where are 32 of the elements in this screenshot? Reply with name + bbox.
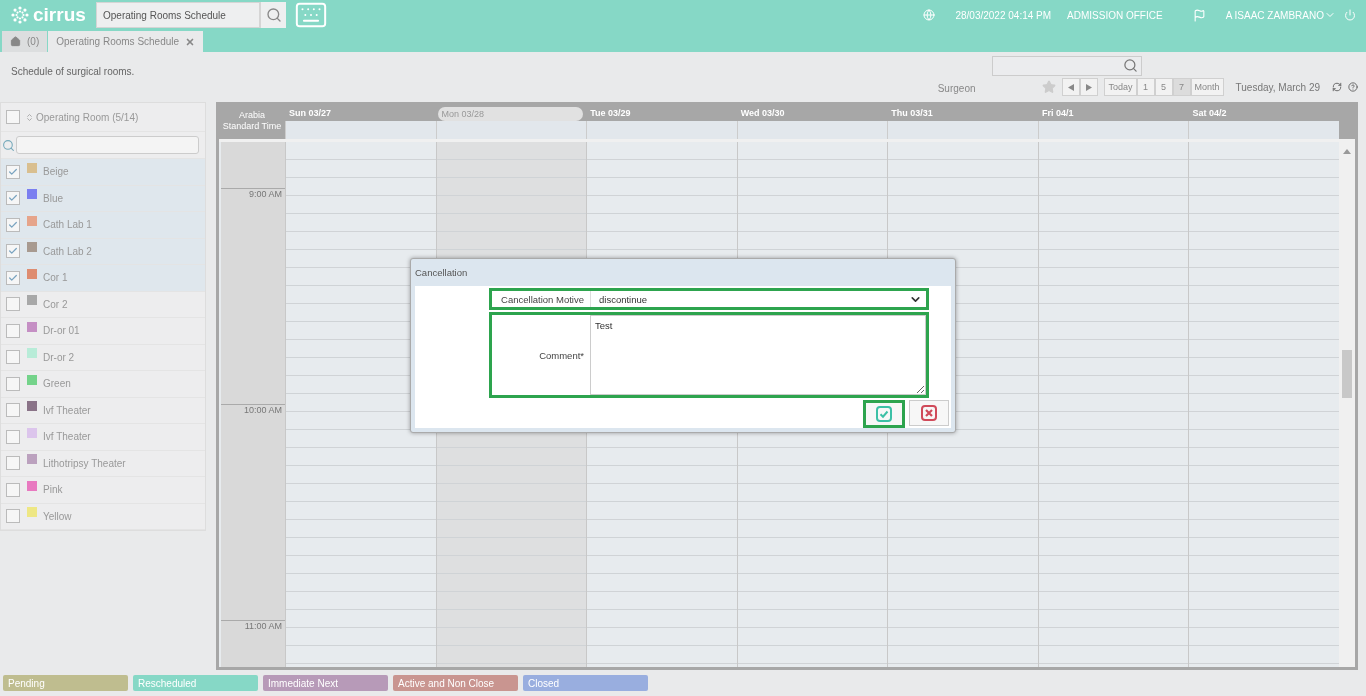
status-legend: Pending (3, 675, 128, 691)
room-name: Yellow (43, 510, 72, 522)
status-legend: Immediate Next (263, 675, 388, 691)
dialog-title: Cancellation (414, 266, 469, 280)
room-name: Cath Lab 2 (43, 245, 92, 257)
time-label: 11:00 AM (244, 621, 282, 631)
time-label: 9:00 AM (248, 189, 282, 199)
room-name: Ivf Theater (43, 431, 91, 443)
room-name: Cor 2 (43, 298, 68, 310)
room-name: Cor 1 (43, 272, 68, 284)
room-name: Ivf Theater (43, 404, 91, 416)
room-name: Beige (43, 166, 69, 178)
current-date: Tuesday, March 29 (1235, 82, 1320, 95)
filter-label: Surgeon (937, 83, 976, 96)
date-time: 28/03/2022 04:14 PM (955, 9, 1052, 21)
field-label: Cancellation Motive (500, 293, 585, 305)
status-legend: Active and Non Close (393, 675, 518, 691)
room-name: Dr-or 01 (43, 325, 80, 337)
room-name: Lithotripsy Theater (43, 457, 126, 469)
room-name: Blue (43, 192, 63, 204)
time-label: 10:00 AM (243, 405, 282, 415)
field-label: Comment* (538, 348, 585, 363)
page-description: Schedule of surgical rooms. (11, 66, 135, 77)
status-legend: Closed (523, 675, 648, 691)
status-legend: Rescheduled (133, 675, 258, 691)
room-name: Cath Lab 1 (43, 219, 92, 231)
logo-text: cirrus (33, 4, 86, 26)
office-name: ADMISSION OFFICE (1067, 9, 1163, 21)
room-name: Green (43, 378, 71, 390)
room-name: Dr-or 2 (43, 351, 75, 363)
timezone-label: Arabia Standard Time (221, 109, 283, 133)
room-name: Pink (43, 484, 63, 496)
